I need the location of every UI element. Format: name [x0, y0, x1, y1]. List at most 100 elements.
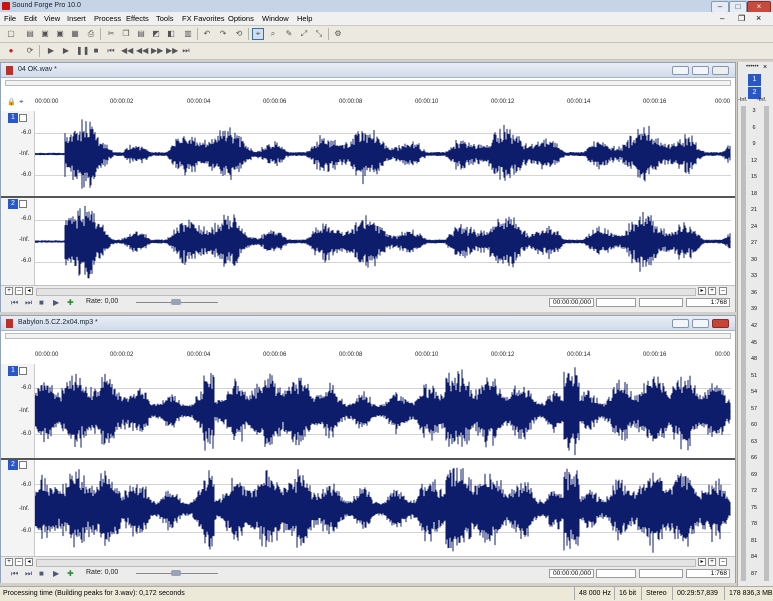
scroll-left-icon[interactable]: ◂ [25, 287, 33, 295]
go-to-start-icon[interactable]: ⏮ [11, 569, 18, 579]
undo-icon[interactable]: ↶ [202, 29, 212, 39]
go-to-end-icon[interactable]: ⏭ [25, 298, 32, 308]
selection-end-field[interactable] [596, 298, 636, 307]
play-all-icon[interactable]: ▶ [46, 46, 56, 56]
doc-minimize-icon[interactable] [672, 66, 689, 75]
zoom-out-icon[interactable]: – [719, 287, 727, 295]
zoom-in-icon[interactable]: + [708, 287, 716, 295]
menu-edit[interactable]: Edit [24, 14, 37, 23]
doc-minimize-icon[interactable] [672, 319, 689, 328]
overview-bar[interactable] [5, 80, 731, 86]
magnify-tool-icon[interactable]: ⌕ [268, 29, 278, 39]
channel-1-badge[interactable]: 1 [8, 366, 18, 376]
doc-close-icon[interactable] [712, 66, 729, 75]
channel-minimize-icon[interactable] [19, 461, 27, 469]
play-all-icon[interactable]: ✚ [67, 298, 74, 307]
position-field[interactable]: 00:00:00,000 [549, 569, 594, 578]
delete-icon[interactable]: ▥ [183, 29, 193, 39]
event-tool-icon[interactable]: ⤡ [314, 29, 324, 39]
doc-title-bar[interactable]: 04 OK.wav * [1, 63, 735, 78]
render-icon[interactable]: ▦ [70, 29, 80, 39]
pencil-tool-icon[interactable]: ✎ [284, 29, 294, 39]
zoom-in-icon[interactable]: + [5, 287, 13, 295]
play-icon[interactable]: ▶ [53, 569, 59, 578]
open-icon[interactable]: ▤ [25, 29, 35, 39]
stop-icon[interactable]: ■ [39, 298, 44, 307]
stop-icon[interactable]: ■ [91, 46, 101, 56]
go-to-start-icon[interactable]: ⏮ [106, 46, 116, 56]
scroll-right-icon[interactable]: ▸ [698, 287, 706, 295]
meter-options-icon[interactable]: •••••• [746, 64, 759, 70]
zoom-in-icon[interactable]: + [708, 558, 716, 566]
channel-1-badge[interactable]: 1 [8, 113, 18, 123]
meter-close-icon[interactable]: × [763, 64, 767, 71]
rewind-icon[interactable]: ◀◀ [121, 46, 133, 56]
zoom-out-icon[interactable]: – [719, 558, 727, 566]
channel-lane[interactable] [35, 111, 731, 197]
selection-length-field[interactable] [639, 298, 683, 307]
go-to-start-icon[interactable]: ⏮ [11, 298, 18, 308]
play-icon[interactable]: ▶ [61, 46, 71, 56]
channel-lane[interactable] [35, 364, 731, 458]
go-to-end-icon[interactable]: ⏭ [25, 569, 32, 579]
menu-tools[interactable]: Tools [156, 14, 174, 23]
properties-icon[interactable]: ⚙ [333, 29, 343, 39]
horizontal-scrollbar[interactable] [36, 559, 696, 567]
rewind-fast-icon[interactable]: ◀◀ [136, 46, 148, 56]
redo-icon[interactable]: ↷ [218, 29, 228, 39]
channel-minimize-icon[interactable] [19, 200, 27, 208]
menu-insert[interactable]: Insert [67, 14, 86, 23]
horizontal-scrollbar[interactable] [36, 288, 696, 296]
menu-process[interactable]: Process [94, 14, 121, 23]
menu-help[interactable]: Help [297, 14, 312, 23]
doc-title-bar[interactable]: Babylon.5.CZ.2x04.mp3 * [1, 316, 735, 331]
copy-icon[interactable]: ❐ [121, 29, 131, 39]
mdi-close-icon[interactable]: × [756, 13, 761, 23]
envelope-tool-icon[interactable]: ⤢ [299, 29, 309, 39]
mdi-minimize-icon[interactable]: – [720, 14, 724, 23]
zoom-in-icon[interactable]: + [5, 558, 13, 566]
menu-view[interactable]: View [44, 14, 60, 23]
zoom-ratio-field[interactable]: 1:768 [686, 298, 730, 307]
doc-close-icon[interactable] [712, 319, 729, 328]
lock-icon[interactable]: 🔒 [7, 98, 16, 106]
stop-icon[interactable]: ■ [39, 569, 44, 578]
paste-icon[interactable]: ▤ [136, 29, 146, 39]
cut-icon[interactable]: ✂ [106, 29, 116, 39]
record-icon[interactable]: ● [6, 46, 16, 56]
menu-options[interactable]: Options [228, 14, 254, 23]
zoom-ratio-field[interactable]: 1:768 [686, 569, 730, 578]
forward-fast-icon[interactable]: ▶▶ [166, 46, 178, 56]
menu-fx-favorites[interactable]: FX Favorites [182, 14, 225, 23]
save-icon[interactable]: ▣ [40, 29, 50, 39]
go-to-end-icon[interactable]: ⏭ [181, 46, 191, 56]
channel-2-badge[interactable]: 2 [8, 460, 18, 470]
rate-slider-thumb[interactable] [171, 570, 181, 576]
print-icon[interactable]: ⎙ [86, 29, 96, 39]
scroll-left-icon[interactable]: ◂ [25, 558, 33, 566]
trim-icon[interactable]: ◧ [166, 29, 176, 39]
snap-icon[interactable]: ⌖ [19, 97, 24, 107]
repeat-icon[interactable]: ⟲ [234, 29, 244, 39]
mix-icon[interactable]: ◩ [151, 29, 161, 39]
save-as-icon[interactable]: ▣ [55, 29, 65, 39]
channel-2-badge[interactable]: 2 [8, 199, 18, 209]
zoom-out-icon[interactable]: – [15, 558, 23, 566]
channel-lane[interactable] [35, 460, 731, 558]
position-field[interactable]: 00:00:00,000 [549, 298, 594, 307]
selection-end-field[interactable] [596, 569, 636, 578]
doc-maximize-icon[interactable] [692, 319, 709, 328]
scroll-right-icon[interactable]: ▸ [698, 558, 706, 566]
menu-file[interactable]: File [4, 14, 16, 23]
meter-channel-1[interactable]: 1 [748, 74, 761, 86]
channel-minimize-icon[interactable] [19, 114, 27, 122]
zoom-out-icon[interactable]: – [15, 287, 23, 295]
overview-bar[interactable] [5, 333, 731, 339]
forward-icon[interactable]: ▶▶ [151, 46, 163, 56]
pause-icon[interactable]: ❚❚ [76, 46, 89, 56]
channel-minimize-icon[interactable] [19, 367, 27, 375]
menu-window[interactable]: Window [262, 14, 289, 23]
doc-maximize-icon[interactable] [692, 66, 709, 75]
edit-tool-icon[interactable]: ⌖ [252, 28, 264, 40]
channel-lane[interactable] [35, 198, 731, 285]
